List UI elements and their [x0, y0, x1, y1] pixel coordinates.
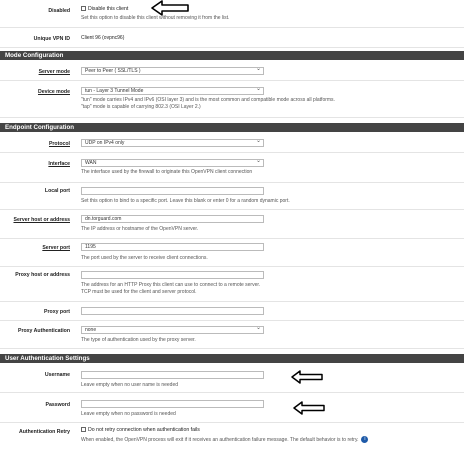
username-label: Username — [44, 372, 70, 378]
user-auth-header: User Authentication Settings — [0, 354, 464, 363]
local-port-label: Local port — [44, 188, 70, 194]
interface-help: The interface used by the firewall to or… — [81, 169, 253, 175]
auth-retry-help: When enabled, the OpenVPN process will e… — [81, 436, 359, 443]
info-icon[interactable]: i — [361, 436, 369, 443]
left-arrow-icon — [151, 0, 189, 16]
unique-vpn-id-row: Unique VPN ID Client 96 (ovpnc96) — [0, 28, 464, 48]
checkbox-box[interactable] — [81, 427, 86, 433]
protocol-label: Protocol — [48, 141, 70, 147]
auth-retry-text: Do not retry connection when authenticat… — [88, 427, 200, 433]
auth-retry-label: Authentication Retry — [18, 429, 70, 435]
auth-retry-checkbox[interactable]: Do not retry connection when authenticat… — [81, 427, 200, 433]
unique-vpn-id-label: Unique VPN ID — [33, 36, 70, 42]
device-mode-row: Device mode tun - Layer 3 Tunnel Mode "t… — [0, 81, 464, 118]
username-help: Leave empty when no user name is needed — [81, 382, 179, 388]
password-row: Password Leave empty when no password is… — [0, 393, 464, 423]
server-host-label: Server host or address — [13, 217, 70, 223]
interface-select[interactable]: WAN — [81, 158, 264, 167]
checkbox-box[interactable] — [81, 6, 86, 12]
password-label: Password — [45, 402, 70, 408]
disable-client-checkbox[interactable]: Disable this client — [81, 6, 128, 12]
disabled-label: Disabled — [48, 8, 70, 14]
username-row: Username Leave empty when no user name i… — [0, 363, 464, 393]
device-mode-help-tap: "tap" mode is capable of carrying 802.3 … — [81, 104, 201, 110]
device-mode-select[interactable]: tun - Layer 3 Tunnel Mode — [81, 86, 264, 95]
proxy-port-label: Proxy port — [44, 309, 70, 315]
proxy-auth-help: The type of authentication used by the p… — [81, 337, 196, 343]
password-input[interactable] — [81, 400, 264, 408]
local-port-row: Local port Set this option to bind to a … — [0, 183, 464, 210]
device-mode-label: Device mode — [37, 89, 70, 95]
proxy-auth-select[interactable]: none — [81, 325, 264, 334]
server-port-input[interactable]: 1195 — [81, 243, 264, 251]
interface-label: Interface — [48, 161, 70, 167]
left-arrow-icon — [291, 370, 323, 384]
server-port-help: The port used by the server to receive c… — [81, 255, 208, 261]
server-port-label: Server port — [42, 245, 70, 251]
server-port-row: Server port 1195 The port used by the se… — [0, 239, 464, 267]
password-help: Leave empty when no password is needed — [81, 411, 176, 417]
proxy-host-help-2: TCP must be used for the client and serv… — [81, 289, 197, 295]
proxy-host-row: Proxy host or address The address for an… — [0, 267, 464, 302]
server-mode-select[interactable]: Peer to Peer ( SSL/TLS ) — [81, 66, 264, 75]
protocol-row: Protocol UDP on IPv4 only — [0, 132, 464, 153]
proxy-host-input[interactable] — [81, 271, 264, 279]
disable-client-text: Disable this client — [88, 6, 129, 12]
proxy-auth-label: Proxy Authentication — [18, 328, 70, 334]
server-host-help: The IP address or hostname of the OpenVP… — [81, 226, 199, 232]
username-input[interactable] — [81, 371, 264, 379]
server-mode-label: Server mode — [38, 69, 70, 75]
device-mode-help-tun: "tun" mode carries IPv4 and IPv6 (OSI la… — [81, 97, 335, 103]
local-port-help: Set this option to bind to a specific po… — [81, 198, 290, 204]
left-arrow-icon — [293, 401, 325, 415]
local-port-input[interactable] — [81, 187, 264, 195]
proxy-host-help-1: The address for an HTTP Proxy this clien… — [81, 282, 261, 288]
server-host-input[interactable]: dn.torguard.com — [81, 215, 264, 223]
protocol-select[interactable]: UDP on IPv4 only — [81, 138, 264, 147]
proxy-host-label: Proxy host or address — [15, 272, 70, 278]
mode-configuration-header: Mode Configuration — [0, 51, 464, 60]
proxy-port-input[interactable] — [81, 307, 264, 315]
server-mode-row: Server mode Peer to Peer ( SSL/TLS ) — [0, 60, 464, 81]
endpoint-configuration-header: Endpoint Configuration — [0, 123, 464, 132]
interface-row: Interface WAN The interface used by the … — [0, 153, 464, 183]
disabled-row: Disabled Disable this client Set this op… — [0, 0, 464, 28]
unique-vpn-id-value: Client 96 (ovpnc96) — [81, 35, 125, 41]
auth-retry-row: Authentication Retry Do not retry connec… — [0, 423, 464, 457]
proxy-port-row: Proxy port — [0, 302, 464, 321]
auth-retry-help-wrap: When enabled, the OpenVPN process will e… — [81, 436, 369, 443]
proxy-auth-row: Proxy Authentication none The type of au… — [0, 321, 464, 349]
server-host-row: Server host or address dn.torguard.com T… — [0, 210, 464, 239]
